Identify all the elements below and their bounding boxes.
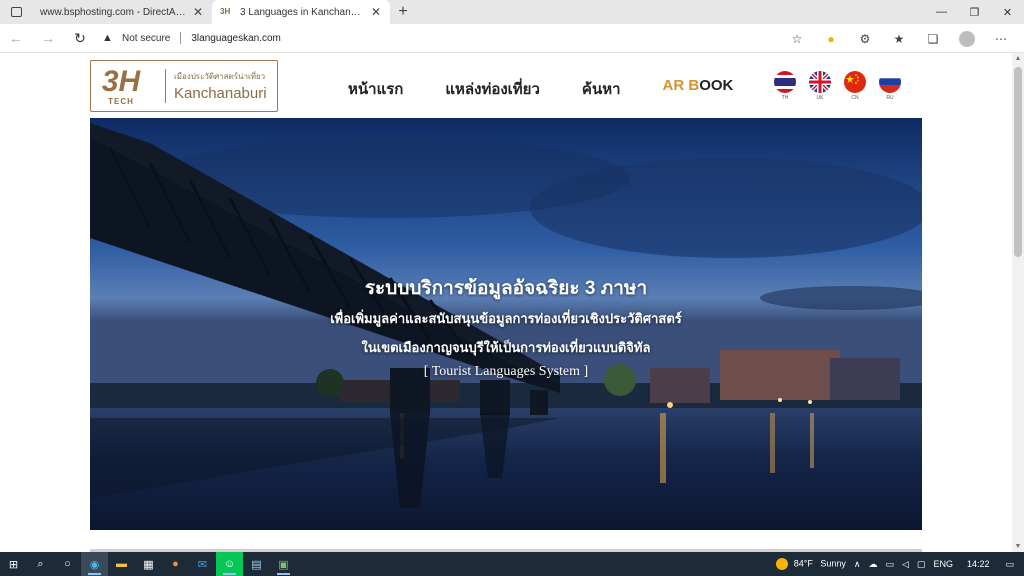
security-label[interactable]: Not secure (122, 33, 170, 44)
lang-ru[interactable]: RU (879, 71, 901, 101)
cloud-icon[interactable]: ☁ (868, 559, 877, 570)
url-text[interactable]: 3languageskan.com (191, 33, 281, 44)
china-flag-icon (844, 71, 866, 93)
mail-icon[interactable]: ✉ (189, 552, 216, 576)
windows-taskbar: ⊞ ⌕ ○ ◉ ▬ ▦ ● ✉ ☺ ▤ ▣ 84°F Sunny ∧ ☁ ▭ ◁… (0, 552, 1024, 576)
weather-widget[interactable]: 84°F Sunny (775, 558, 846, 570)
logo-line1: เมืองประวัติศาสตร์น่าเที่ยว (174, 72, 266, 81)
store-icon[interactable]: ▦ (135, 552, 162, 576)
collections-icon[interactable]: ❏ (916, 24, 950, 53)
tab-bsphosting[interactable]: www.bsphosting.com - DirectAdmin ✕ (32, 0, 212, 65)
thailand-flag-icon (774, 71, 796, 93)
display-icon[interactable]: ▢ (917, 559, 926, 570)
back-button[interactable]: ← (0, 24, 32, 53)
url-field[interactable]: ▲ Not secure 3languageskan.com (102, 27, 842, 49)
hero-tagline: [ Tourist Languages System ] (423, 364, 589, 379)
lang-th[interactable]: TH (774, 71, 796, 101)
window-controls: — ❐ ✕ (925, 0, 1024, 24)
line-app-icon[interactable]: ☺ (216, 552, 243, 576)
lang-uk[interactable]: UK (809, 71, 831, 101)
russia-flag-icon (879, 71, 901, 93)
language-switcher: TH UK CN RU (774, 71, 914, 101)
lang-code: RU (886, 95, 894, 101)
more-options-icon[interactable]: ⋯ (984, 24, 1018, 53)
page-scrollbar[interactable]: ▲ ▼ (1012, 53, 1024, 552)
volume-icon[interactable]: ◁ (902, 559, 909, 570)
weather-temp: 84°F (793, 558, 813, 569)
extensions-icon[interactable]: ⚙ (848, 24, 882, 53)
favorites-icon[interactable]: ★ (882, 24, 916, 53)
logo-mark-sub: TECH (108, 96, 134, 106)
sun-icon (775, 558, 788, 570)
logo-line2: Kanchanaburi (174, 85, 267, 102)
file-explorer-icon[interactable]: ▬ (108, 552, 135, 576)
tab-close-icon[interactable]: ✕ (192, 5, 204, 19)
nav-search[interactable]: ค้นหา (582, 77, 621, 101)
tab-actions-icon (10, 7, 22, 17)
ar-rest: OOK (699, 77, 734, 94)
hero-text: ระบบบริการข้อมูลอัจฉริยะ 3 ภาษา เพื่อเพิ… (90, 273, 922, 380)
clock[interactable]: 14:22 (967, 559, 990, 569)
firefox-icon[interactable]: ● (162, 552, 189, 576)
lightbulb-icon[interactable]: ● (814, 24, 848, 53)
logo-mark-text: 3H (101, 64, 141, 98)
nav-ar-book[interactable]: AR BOOK (663, 77, 734, 101)
add-favorite-icon[interactable]: ☆ (780, 24, 814, 53)
address-bar-row: ← → ↻ ▲ Not secure 3languageskan.com ☆ ●… (0, 24, 1024, 53)
ar-prefix: AR (662, 77, 689, 94)
lang-code: TH (781, 95, 789, 101)
close-window-button[interactable]: ✕ (991, 0, 1024, 24)
task-view-icon[interactable]: ○ (54, 552, 81, 576)
hero-subtitle-2: ในเขตเมืองกาญจนบุรีให้เป็นการท่องเที่ยวแ… (361, 340, 651, 355)
profile-avatar[interactable] (950, 24, 984, 53)
notifications-icon[interactable]: ▭ (1005, 559, 1014, 570)
web-page: 3H TECH เมืองประวัติศาสตร์น่าเที่ยว Kanc… (0, 53, 1012, 552)
tab-title: www.bsphosting.com - DirectAdmin (40, 6, 188, 18)
new-tab-button[interactable]: + (390, 0, 416, 24)
uk-flag-icon (809, 71, 831, 93)
forward-button[interactable]: → (32, 24, 64, 53)
main-nav: หน้าแรก แหล่งท่องเที่ยว ค้นหา AR BOOK (348, 77, 775, 101)
minimize-button[interactable]: — (925, 0, 958, 24)
browser-tab-strip: www.bsphosting.com - DirectAdmin ✕ 3H 3 … (0, 0, 1024, 65)
weather-desc: Sunny (820, 558, 846, 569)
scroll-down-icon[interactable]: ▼ (1012, 543, 1024, 550)
hero-title: ระบบบริการข้อมูลอัจฉริยะ 3 ภาษา (364, 278, 648, 299)
browser-toolbar: ☆ ● ⚙ ★ ❏ ⋯ (780, 24, 1018, 53)
nav-attractions[interactable]: แหล่งท่องเที่ยว (445, 77, 540, 101)
start-button[interactable]: ⊞ (0, 552, 27, 576)
network-app-icon[interactable]: ▣ (270, 552, 297, 576)
refresh-button[interactable]: ↻ (64, 24, 96, 53)
tab-3languages[interactable]: 3H 3 Languages in Kanchanaburi ✕ (212, 0, 390, 24)
logo-divider (165, 69, 166, 103)
logo-mark: 3H TECH (91, 64, 151, 106)
system-tray: 84°F Sunny ∧ ☁ ▭ ◁ ▢ ENG 14:22 ▭ (775, 552, 1024, 576)
hero-subtitle-1: เพื่อเพิ่มมูลค่าและสนับสนุนข้อมูลการท่อง… (330, 311, 682, 326)
warning-icon[interactable]: ▲ (102, 32, 116, 44)
edge-taskbar-icon[interactable]: ◉ (81, 552, 108, 576)
tab-close-icon[interactable]: ✕ (370, 5, 382, 19)
nav-home[interactable]: หน้าแรก (348, 77, 403, 101)
avatar-icon (959, 30, 975, 47)
3h-logo-icon: 3H (220, 7, 231, 16)
logo-text: เมืองประวัติศาสตร์น่าเที่ยว Kanchanaburi (174, 70, 267, 102)
lang-code: UK (816, 95, 824, 101)
site-logo[interactable]: 3H TECH เมืองประวัติศาสตร์น่าเที่ยว Kanc… (90, 60, 278, 112)
hero-banner: ระบบบริการข้อมูลอัจฉริยะ 3 ภาษา เพื่อเพิ… (90, 118, 922, 530)
network-icon[interactable]: ▭ (885, 559, 894, 570)
scroll-up-icon[interactable]: ▲ (1012, 55, 1024, 62)
language-indicator[interactable]: ENG (933, 559, 953, 569)
tray-chevron-icon[interactable]: ∧ (854, 559, 861, 570)
restore-button[interactable]: ❐ (958, 0, 991, 24)
url-separator (180, 32, 182, 44)
lang-code: CN (851, 95, 859, 101)
scrollbar-thumb[interactable] (1014, 67, 1022, 257)
lang-cn[interactable]: CN (844, 71, 866, 101)
ar-b: B (688, 77, 700, 94)
tab-actions-menu-button[interactable] (0, 0, 32, 24)
tab-title: 3 Languages in Kanchanaburi (240, 6, 366, 18)
search-icon[interactable]: ⌕ (27, 552, 54, 576)
notepad-icon[interactable]: ▤ (243, 552, 270, 576)
